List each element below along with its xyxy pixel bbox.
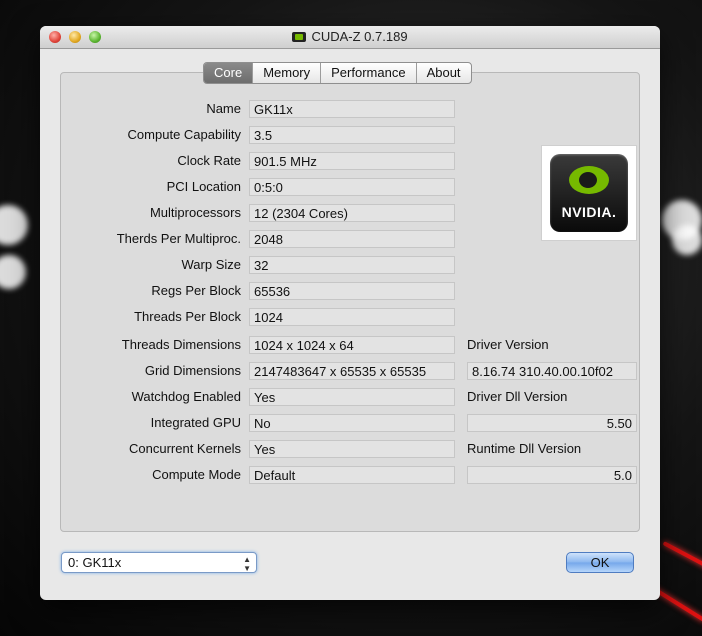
- compute-capability-label: Compute Capability: [127, 127, 241, 142]
- tab-bar: Core Memory Performance About: [203, 62, 472, 84]
- background-streak: [662, 541, 702, 573]
- grid-dimensions-label: Grid Dimensions: [144, 363, 241, 378]
- nvidia-logo-text: NVIDIA.: [561, 204, 617, 220]
- compute-capability-value: 3.5: [249, 126, 455, 144]
- updown-arrows-icon: ▲ ▼: [243, 555, 251, 573]
- window-title-text: CUDA-Z 0.7.189: [311, 29, 408, 44]
- tab-about[interactable]: About: [417, 63, 471, 83]
- clock-rate-value: 901.5 MHz: [249, 152, 455, 170]
- name-value: GK11x: [249, 100, 455, 118]
- driver-dll-version-value: 5.50: [467, 414, 637, 432]
- background-light: [0, 205, 28, 245]
- multiprocessors-label: Multiprocessors: [149, 205, 241, 220]
- threads-dimensions-label: Threads Dimensions: [121, 337, 241, 352]
- ok-button[interactable]: OK: [566, 552, 634, 573]
- tab-core[interactable]: Core: [204, 63, 254, 83]
- regs-per-block-label: Regs Per Block: [151, 283, 241, 298]
- threads-per-block-value: 1024: [249, 308, 455, 326]
- device-select-value: 0: GK11x: [68, 555, 122, 570]
- nvidia-logo: NVIDIA.: [541, 145, 637, 241]
- driver-version-value: 8.16.74 310.40.00.10f02: [467, 362, 637, 380]
- nvidia-eye-icon: [569, 166, 609, 194]
- compute-mode-label: Compute Mode: [152, 467, 241, 482]
- warp-size-label: Warp Size: [181, 257, 241, 272]
- watchdog-enabled-label: Watchdog Enabled: [131, 389, 241, 404]
- driver-version-label: Driver Version: [467, 337, 549, 352]
- threads-dimensions-value: 1024 x 1024 x 64: [249, 336, 455, 354]
- warp-size-value: 32: [249, 256, 455, 274]
- concurrent-kernels-label: Concurrent Kernels: [129, 441, 241, 456]
- threads-per-multiproc-value: 2048: [249, 230, 455, 248]
- background-light: [672, 225, 702, 255]
- name-label: Name: [206, 101, 241, 116]
- grid-dimensions-value: 2147483647 x 65535 x 65535: [249, 362, 455, 380]
- compute-mode-value: Default: [249, 466, 455, 484]
- pci-location-label: PCI Location: [166, 179, 241, 194]
- clock-rate-label: Clock Rate: [177, 153, 241, 168]
- regs-per-block-value: 65536: [249, 282, 455, 300]
- threads-per-multiproc-label: Therds Per Multiproc.: [116, 231, 241, 246]
- integrated-gpu-label: Integrated GPU: [150, 415, 241, 430]
- runtime-dll-version-value: 5.0: [467, 466, 637, 484]
- runtime-dll-version-label: Runtime Dll Version: [467, 441, 582, 456]
- nvidia-logo-badge: NVIDIA.: [550, 154, 628, 232]
- title-bar: CUDA-Z 0.7.189: [40, 26, 660, 49]
- window-title: CUDA-Z 0.7.189: [40, 26, 660, 48]
- tab-memory[interactable]: Memory: [253, 63, 322, 83]
- driver-dll-version-label: Driver Dll Version: [467, 389, 568, 404]
- threads-per-block-label: Threads Per Block: [134, 309, 241, 324]
- background-light: [0, 255, 26, 289]
- app-icon: [292, 32, 307, 42]
- multiprocessors-value: 12 (2304 Cores): [249, 204, 455, 222]
- device-select[interactable]: 0: GK11x ▲ ▼: [61, 552, 257, 573]
- integrated-gpu-value: No: [249, 414, 455, 432]
- pci-location-value: 0:5:0: [249, 178, 455, 196]
- cuda-z-window: CUDA-Z 0.7.189 Core Memory Performance A…: [40, 26, 660, 600]
- core-panel: Name GK11x Compute Capability 3.5 Clock …: [60, 72, 640, 532]
- tab-performance[interactable]: Performance: [321, 63, 417, 83]
- concurrent-kernels-value: Yes: [249, 440, 455, 458]
- watchdog-enabled-value: Yes: [249, 388, 455, 406]
